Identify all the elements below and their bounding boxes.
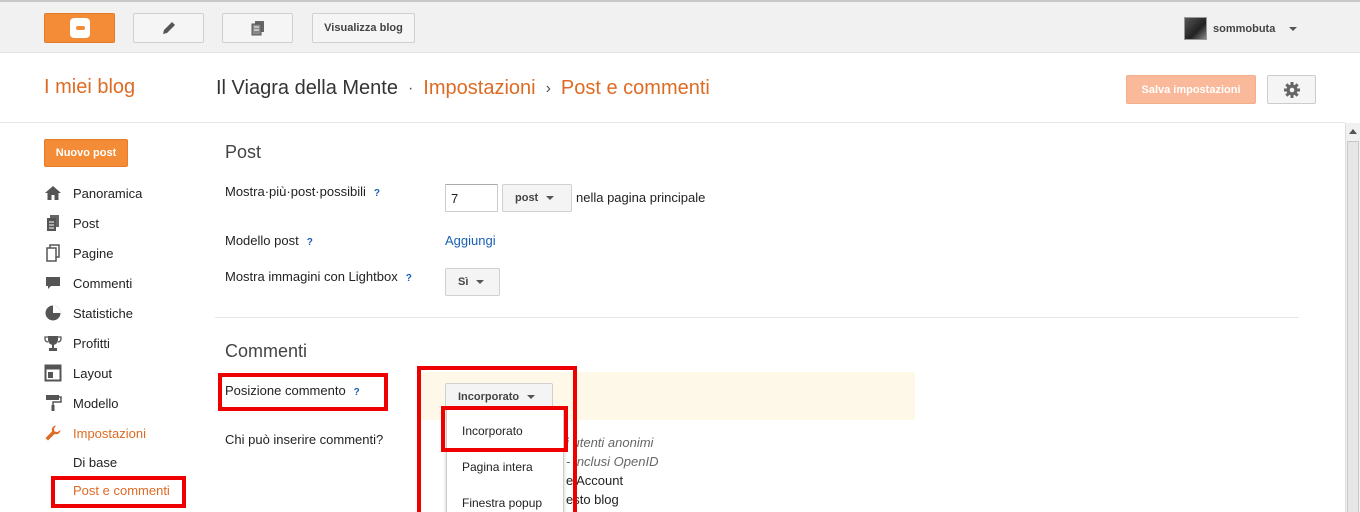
user-menu[interactable]: sommobuta xyxy=(1184,17,1298,40)
pencil-icon xyxy=(162,22,175,34)
lightbox-label: Mostra immagini con Lightbox? xyxy=(225,269,412,284)
lightbox-value: Sì xyxy=(458,276,469,288)
max-posts-suffix: nella pagina principale xyxy=(576,190,706,205)
pages-toolbar-button[interactable] xyxy=(222,13,293,43)
sidebar-item-earnings[interactable]: Profitti xyxy=(44,333,110,353)
post-section-title: Post xyxy=(225,142,262,162)
help-icon[interactable]: ? xyxy=(307,237,313,248)
pages-icon xyxy=(251,21,264,36)
paint-roller-icon xyxy=(44,394,62,412)
lightbox-select[interactable]: Sì xyxy=(445,268,500,296)
sidebar-item-label: Panoramica xyxy=(73,185,143,201)
sidebar-item-overview[interactable]: Panoramica xyxy=(44,183,142,203)
view-blog-button[interactable]: Visualizza blog xyxy=(312,13,415,43)
gear-icon xyxy=(1283,81,1300,98)
chevron-down-icon xyxy=(546,196,555,200)
sidebar-item-label: Statistiche xyxy=(73,305,133,321)
trophy-icon xyxy=(44,334,62,352)
annotation-box-posts-comments xyxy=(51,476,186,508)
chevron-down-icon xyxy=(476,280,485,284)
sidebar-item-settings[interactable]: Impostazioni xyxy=(44,423,146,443)
stats-icon xyxy=(44,304,62,322)
my-blogs-link[interactable]: I miei blog xyxy=(44,76,135,99)
new-post-toolbar-button[interactable] xyxy=(133,13,204,43)
max-posts-input[interactable]: 7 xyxy=(445,184,498,212)
section-divider xyxy=(215,317,1299,318)
sidebar-item-label: Modello xyxy=(73,395,119,411)
wrench-icon xyxy=(44,424,62,442)
sidebar-item-label: Impostazioni xyxy=(73,425,146,441)
post-template-label: Modello post? xyxy=(225,233,313,248)
posts-icon xyxy=(44,214,62,232)
breadcrumb-settings[interactable]: Impostazioni xyxy=(423,77,535,100)
sidebar-item-label: Layout xyxy=(73,365,113,381)
annotation-box-position-label xyxy=(218,373,388,411)
username: sommobuta xyxy=(1213,22,1276,35)
lightbox-text: Mostra immagini con Lightbox xyxy=(225,269,398,284)
sidebar-item-template[interactable]: Modello xyxy=(44,393,119,413)
max-posts-unit-value: post xyxy=(515,192,539,204)
add-template-link[interactable]: Aggiungi xyxy=(445,233,496,248)
settings-gear-button[interactable] xyxy=(1267,75,1316,104)
comments-icon xyxy=(44,274,62,292)
help-icon[interactable]: ? xyxy=(406,273,412,284)
save-settings-button[interactable]: Salva impostazioni xyxy=(1126,75,1256,104)
home-icon xyxy=(44,184,62,202)
post-template-text: Modello post xyxy=(225,233,299,248)
who-option-anonymous[interactable]: i utenti anonimi xyxy=(566,435,653,450)
show-max-posts-text: Mostra·più·post·possibili xyxy=(225,184,366,199)
annotation-box-embedded-option xyxy=(441,406,568,452)
avatar xyxy=(1184,17,1207,40)
sidebar-item-label: Pagine xyxy=(73,245,114,261)
help-icon[interactable]: ? xyxy=(374,188,380,199)
layout-icon xyxy=(44,364,62,382)
sidebar-item-stats[interactable]: Statistiche xyxy=(44,303,133,323)
breadcrumb-separator: › xyxy=(545,79,551,97)
chevron-down-icon xyxy=(1289,26,1298,31)
pages-icon xyxy=(44,244,62,262)
comments-section-title: Commenti xyxy=(225,341,308,361)
who-can-comment-label: Chi può inserire commenti? xyxy=(225,432,384,447)
sidebar-subitem-basic[interactable]: Di base xyxy=(73,455,117,470)
breadcrumb-current-page: Post e commenti xyxy=(560,77,710,99)
sidebar-item-label: Post xyxy=(73,215,100,231)
sidebar-item-posts[interactable]: Post xyxy=(44,213,99,233)
blogger-icon xyxy=(69,18,90,38)
scrollbar-thumb[interactable] xyxy=(1347,141,1359,512)
max-posts-unit-select[interactable]: post xyxy=(502,184,572,212)
breadcrumb-blog-name[interactable]: Il Viagra della Mente xyxy=(216,77,398,100)
blogger-logo-button[interactable] xyxy=(44,13,115,43)
scroll-up-arrow-icon[interactable] xyxy=(1349,129,1357,134)
sidebar-item-comments[interactable]: Commenti xyxy=(44,273,132,293)
new-post-button[interactable]: Nuovo post xyxy=(44,139,128,167)
header-divider xyxy=(0,122,1345,123)
sidebar-item-label: Profitti xyxy=(73,335,110,351)
breadcrumb: Il Viagra della Mente · Impostazioni › P… xyxy=(216,77,710,100)
sidebar-item-layout[interactable]: Layout xyxy=(44,363,112,383)
breadcrumb-separator: · xyxy=(407,79,414,97)
top-bar: Visualizza blog sommobuta xyxy=(0,0,1360,53)
sidebar-item-pages[interactable]: Pagine xyxy=(44,243,113,263)
sidebar-item-label: Commenti xyxy=(73,275,133,291)
show-max-posts-label: Mostra·più·post·possibili? xyxy=(225,184,380,199)
who-option-openid[interactable]: - inclusi OpenID xyxy=(566,454,658,469)
page-scrollbar[interactable] xyxy=(1345,123,1360,512)
